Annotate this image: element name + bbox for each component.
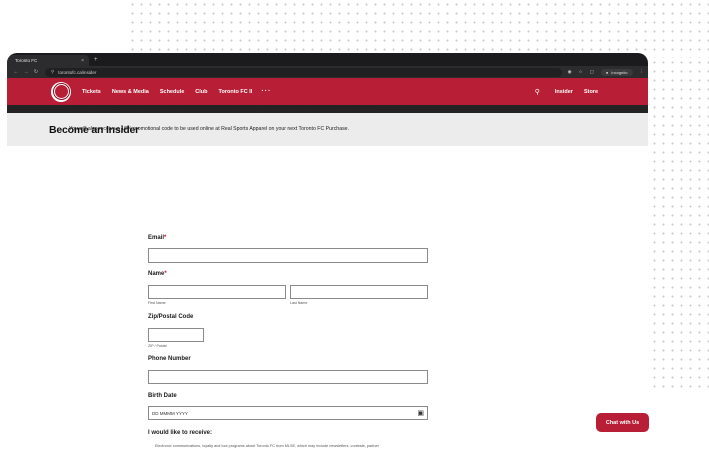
new-tab-icon[interactable]: + (94, 57, 98, 63)
eye-icon[interactable]: ◉ (568, 69, 572, 75)
nav-item-tickets[interactable]: Tickets (82, 89, 101, 95)
browser-tab[interactable]: Toronto FC × (7, 55, 89, 66)
menu-icon[interactable]: ⋮ (640, 69, 645, 75)
url-bar: ← → ↻ ⚲ torontofc.ca/insider ◉ ☆ ▢ ● Inc… (7, 66, 648, 78)
nav-item-schedule[interactable]: Schedule (160, 89, 184, 95)
site-info-icon[interactable]: ⚲ (51, 69, 54, 75)
required-mark: * (164, 235, 167, 241)
email-label: Email* (148, 235, 166, 241)
site-header: Tickets News & Media Schedule Club Toron… (7, 78, 648, 105)
incognito-badge[interactable]: ● Incognito (600, 68, 633, 76)
calendar-icon[interactable]: ▣ (417, 409, 424, 417)
incognito-label: Incognito (611, 69, 628, 75)
birth-date-field[interactable]: DD MMMM YYYY ▣ (148, 406, 428, 420)
intro-paragraph-2: You will also receive a 10% promotional … (69, 126, 349, 132)
address-field[interactable]: ⚲ torontofc.ca/insider (45, 67, 562, 77)
forward-icon[interactable]: → (21, 69, 31, 75)
last-name-sublabel: Last Name (290, 301, 308, 305)
nav-item-store[interactable]: Store (584, 89, 598, 95)
more-icon[interactable]: ··· (261, 88, 271, 95)
dot-pattern-top (128, 0, 709, 58)
main-nav: Tickets News & Media Schedule Club Toron… (82, 88, 271, 95)
intro-paragraph-1: Become a Toronto FC Insider and receive … (69, 105, 376, 111)
required-mark: * (164, 271, 167, 277)
email-field[interactable] (148, 248, 428, 263)
nav-item-club[interactable]: Club (195, 89, 207, 95)
phone-field[interactable] (148, 370, 428, 384)
receive-option-text: Electronic communications, loyalty and l… (155, 444, 379, 448)
receive-label: I would like to receive: (148, 430, 213, 436)
first-name-field[interactable] (148, 285, 286, 299)
nav-item-toronto-fc-ii[interactable]: Toronto FC II (219, 89, 253, 95)
zip-sublabel: ZIP / Postal (148, 344, 167, 348)
name-label: Name* (148, 271, 167, 277)
dot-pattern-right (650, 58, 709, 388)
header-right: ⚲ Insider Store (535, 88, 598, 96)
search-icon[interactable]: ⚲ (535, 88, 540, 96)
sidebar-icon[interactable]: ▢ (590, 69, 594, 75)
tab-close-icon[interactable]: × (81, 58, 84, 64)
email-label-text: Email (148, 235, 165, 241)
tab-title: Toronto FC (15, 58, 38, 63)
birth-date-placeholder: DD MMMM YYYY (152, 410, 188, 416)
incognito-icon: ● (605, 69, 609, 75)
zip-label: Zip/Postal Code (148, 314, 194, 320)
birth-date-label: Birth Date (148, 393, 177, 399)
tab-bar: Toronto FC × + (7, 53, 648, 66)
nav-item-news-media[interactable]: News & Media (112, 89, 149, 95)
name-label-text: Name (148, 271, 165, 277)
zip-field[interactable] (148, 328, 204, 342)
first-name-sublabel: First Name (148, 301, 166, 305)
phone-label: Phone Number (148, 356, 191, 362)
reload-icon[interactable]: ↻ (31, 69, 41, 75)
toronto-fc-logo[interactable] (51, 81, 71, 102)
chat-button[interactable]: Chat with Us (596, 413, 649, 432)
crest-icon (53, 84, 69, 99)
star-icon[interactable]: ☆ (579, 69, 583, 75)
last-name-field[interactable] (290, 285, 428, 299)
nav-item-insider[interactable]: Insider (555, 89, 573, 95)
address-text: torontofc.ca/insider (58, 69, 97, 75)
back-icon[interactable]: ← (11, 69, 21, 75)
